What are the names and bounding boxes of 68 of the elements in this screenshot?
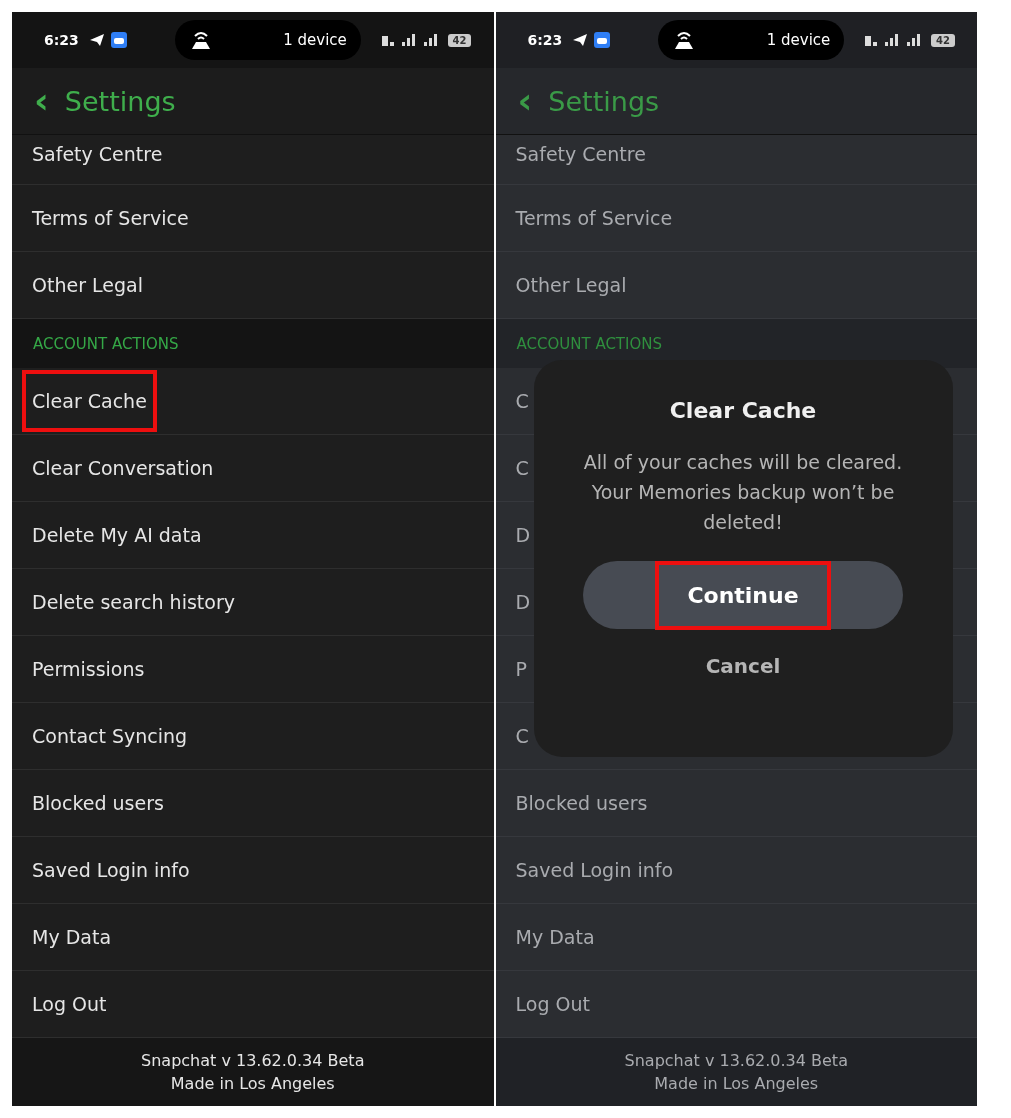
- dialog-title: Clear Cache: [669, 398, 817, 423]
- settings-item[interactable]: Contact Syncing: [12, 703, 494, 770]
- settings-item[interactable]: Terms of Service: [12, 185, 494, 252]
- settings-item[interactable]: Terms of Service: [495, 185, 977, 252]
- item-label: Terms of Service: [514, 206, 674, 231]
- item-label: Clear Cache: [22, 370, 157, 432]
- settings-item[interactable]: Clear Cache: [12, 368, 494, 435]
- screen-title: Settings: [64, 85, 176, 117]
- item-label: Permissions: [31, 657, 146, 682]
- settings-item[interactable]: My Data: [495, 904, 977, 971]
- back-button[interactable]: ‹: [513, 83, 537, 119]
- item-label: Blocked users: [514, 791, 649, 816]
- settings-item[interactable]: Log Out: [495, 971, 977, 1038]
- item-label: D: [514, 590, 532, 615]
- footer-text: Snapchat v 13.62.0.34 Beta: [141, 1051, 365, 1070]
- item-label: C: [514, 389, 530, 414]
- settings-item[interactable]: Delete search history: [12, 569, 494, 636]
- settings-item[interactable]: Saved Login info: [495, 837, 977, 904]
- footer-text: Made in Los Angeles: [654, 1074, 819, 1093]
- paper-plane-icon: [88, 33, 105, 47]
- item-label: Log Out: [31, 992, 108, 1017]
- item-label: My Data: [514, 925, 596, 950]
- dialog-message: All of your caches will be cleared. Your Memories backup won’t be deleted!: [582, 450, 904, 535]
- item-label: C: [514, 456, 530, 481]
- item-label: Clear Conversation: [31, 456, 215, 481]
- battery-level: 42: [447, 33, 472, 47]
- item-label: P: [514, 657, 528, 682]
- item-label: Log Out: [514, 992, 591, 1017]
- highlight-frame: Continue: [655, 560, 831, 630]
- back-button[interactable]: ‹: [30, 83, 53, 119]
- settings-item[interactable]: Delete My AI data: [12, 502, 494, 569]
- settings-item[interactable]: Other Legal: [495, 252, 977, 319]
- item-label: Delete My AI data: [31, 523, 203, 548]
- item-label: Other Legal: [31, 273, 144, 298]
- settings-item[interactable]: Safety Centre: [12, 135, 494, 185]
- settings-item[interactable]: My Data: [12, 904, 494, 971]
- cancel-button[interactable]: Cancel: [699, 653, 787, 679]
- status-time: 6:23: [44, 32, 79, 48]
- settings-item[interactable]: Clear Conversation: [12, 435, 494, 502]
- item-label: Terms of Service: [31, 206, 190, 231]
- hotspot-text: 1 device: [766, 31, 831, 49]
- app-icon: [110, 32, 127, 48]
- screen-title: Settings: [548, 85, 660, 117]
- item-label: Safety Centre: [514, 142, 647, 167]
- settings-item[interactable]: Permissions: [12, 636, 494, 703]
- item-label: My Data: [31, 925, 113, 950]
- settings-item[interactable]: Blocked users: [12, 770, 494, 837]
- item-label: D: [514, 523, 532, 548]
- item-label: Saved Login info: [514, 858, 675, 883]
- settings-item[interactable]: Safety Centre: [495, 135, 977, 185]
- item-label: Delete search history: [31, 590, 236, 615]
- battery-level: 42: [931, 33, 955, 47]
- status-time: 6:23: [527, 32, 563, 48]
- item-label: C: [514, 724, 530, 749]
- app-icon: [594, 32, 611, 48]
- item-label: Safety Centre: [31, 142, 164, 167]
- footer-text: Made in Los Angeles: [170, 1074, 335, 1093]
- footer-text: Snapchat v 13.62.0.34 Beta: [624, 1051, 848, 1070]
- item-label: Blocked users: [31, 791, 165, 816]
- item-label: Saved Login info: [31, 858, 191, 883]
- settings-item[interactable]: Saved Login info: [12, 837, 494, 904]
- section-header: ACCOUNT ACTIONS: [12, 319, 494, 368]
- item-label: Contact Syncing: [31, 724, 189, 749]
- item-label: Other Legal: [514, 273, 628, 298]
- settings-item[interactable]: Blocked users: [495, 770, 977, 837]
- hotspot-text: 1 device: [283, 31, 347, 49]
- paper-plane-icon: [572, 33, 589, 47]
- continue-button[interactable]: Continue: [583, 561, 903, 629]
